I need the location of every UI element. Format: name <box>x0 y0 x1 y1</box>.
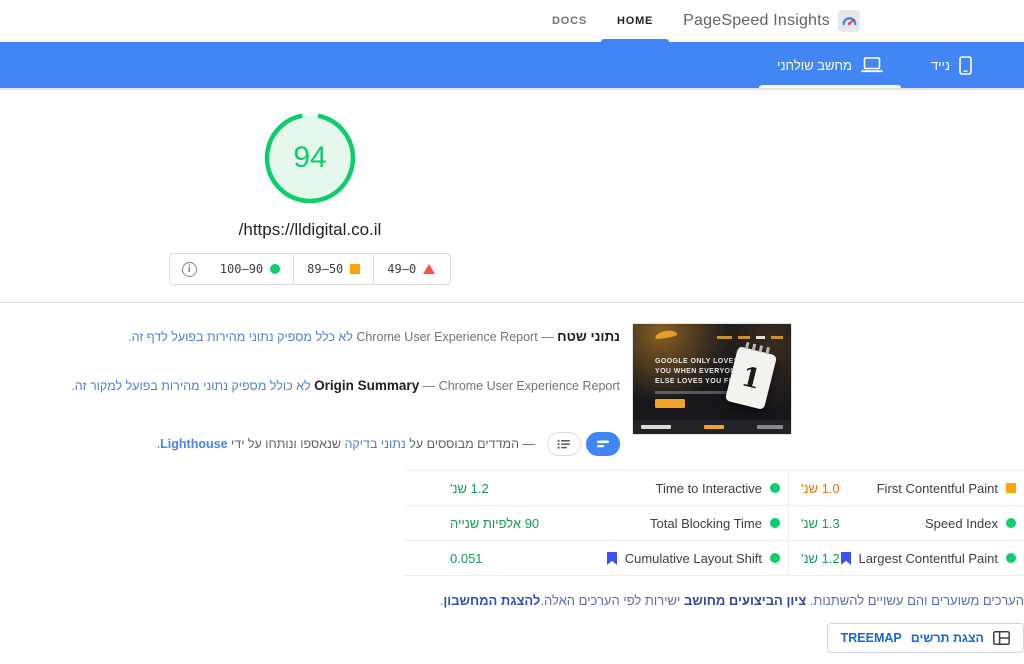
field-data-line: נתוני שטח — Chrome User Experience Repor… <box>128 329 620 344</box>
treemap-button-row: הצגת תרשים TREEMAP <box>404 623 1024 654</box>
core-web-vital-flag-icon <box>606 551 617 565</box>
note-emphasis: ציון הביצועים מחושב <box>684 593 807 609</box>
origin-summary-line: Origin Summary — Chrome User Experience … <box>71 377 620 393</box>
field-data-text: נתוני שטח — Chrome User Experience Repor… <box>0 323 620 457</box>
red-triangle-icon <box>423 264 436 274</box>
field-data-message-link[interactable]: לא כלל מספיק נתוני מהירות בפועל לדף זה. <box>128 330 353 344</box>
docs-link[interactable]: DOCS <box>552 15 587 27</box>
header-nav: PageSpeed Insights HOME DOCS <box>552 0 860 42</box>
brand-title: PageSpeed Insights <box>683 12 830 29</box>
metric-tbt: Total Blocking Time 90 אלפיות שנייה <box>404 506 788 542</box>
estimates-note: הערכים משוערים והם עשויים להשתנות. ציון … <box>439 593 1024 609</box>
app-header: PageSpeed Insights HOME DOCS <box>0 0 1024 42</box>
metric-label-group: Largest Contentful Paint <box>840 551 1016 566</box>
metric-label-group: Time to Interactive <box>656 481 780 496</box>
tab-desktop-label: מחשב שולחני <box>777 57 852 73</box>
tab-mobile[interactable]: נייד <box>907 42 996 88</box>
metric-value: 1.2 שנ' <box>801 550 840 566</box>
green-circle-icon <box>770 483 780 494</box>
calculator-link[interactable]: להצגת המחשבון <box>443 593 540 608</box>
card-number: 1 <box>738 360 764 396</box>
lab-data-description: — המדדים מבוססים על נתוני בדיקה שנאספו ו… <box>156 437 535 452</box>
legend-range-poor: 49–0 <box>373 254 448 284</box>
brand-link[interactable]: PageSpeed Insights <box>683 10 860 32</box>
metric-lcp: Largest Contentful Paint 1.2 שנ' <box>788 541 1024 577</box>
treemap-icon <box>993 631 1010 646</box>
metric-label-group: Cumulative Layout Shift <box>606 551 780 566</box>
legend-range-average: 89–50 <box>293 254 373 284</box>
treemap-button-label: הצגת תרשים <box>910 631 984 646</box>
metric-label-group: First Contentful Paint <box>877 481 1016 496</box>
legend-info: i <box>172 261 207 277</box>
metric-value: 0.051 <box>450 550 483 566</box>
treemap-button-label-en: TREEMAP <box>840 631 902 646</box>
info-icon[interactable]: i <box>181 261 197 277</box>
green-circle-icon <box>270 264 281 274</box>
site-logo-swoosh <box>654 329 678 340</box>
site-cta-button <box>655 399 685 408</box>
laptop-icon <box>861 57 883 73</box>
green-circle-icon <box>1006 553 1016 564</box>
metric-value: 1.0 שנ' <box>801 480 840 496</box>
origin-summary-heading: Origin Summary <box>314 377 420 393</box>
lab-data-link[interactable]: נתוני בדיקה <box>345 437 406 451</box>
orange-square-icon <box>1006 483 1016 494</box>
metric-value: 1.3 שנ' <box>801 515 840 531</box>
green-circle-icon <box>770 553 780 564</box>
metric-cls: Cumulative Layout Shift 0.051 <box>404 541 788 577</box>
pagespeed-logo-icon <box>838 10 860 32</box>
field-data-section: GOOGLE ONLY LOVES YOU WHEN EVERYONE ELSE… <box>0 323 792 457</box>
results-column: 94 /https://lldigital.co.il i 100–90 89–… <box>0 90 620 285</box>
site-footer-bar <box>633 420 791 434</box>
performance-score-value: 94 <box>293 141 327 174</box>
legend-range-good: 100–90 <box>207 254 293 284</box>
score-legend: i 100–90 89–50 49–0 <box>168 253 452 285</box>
compact-view-icon <box>557 439 570 449</box>
card-clips <box>744 341 772 355</box>
metric-fcp: First Contentful Paint 1.0 שנ' <box>788 471 1024 507</box>
lab-data-row: — המדדים מבוססים על נתוני בדיקה שנאספו ו… <box>0 432 620 457</box>
device-toolbar: נייד מחשב שולחני <box>0 42 1024 90</box>
crux-source-label: Chrome User Experience Report <box>438 378 620 393</box>
metric-label-group: Total Blocking Time <box>650 516 780 531</box>
site-nav-bars <box>717 336 783 339</box>
performance-score-gauge: 94 <box>262 110 358 206</box>
pagespeed-insights-page: { "header": { "brand": "PageSpeed Insigh… <box>0 0 1024 664</box>
orange-square-icon <box>350 264 361 274</box>
metric-tti: Time to Interactive 1.2 שנ' <box>404 471 788 507</box>
green-circle-icon <box>1006 518 1016 529</box>
crux-source-label: Chrome User Experience Report <box>356 330 538 344</box>
page-screenshot-thumbnail: GOOGLE ONLY LOVES YOU WHEN EVERYONE ELSE… <box>632 323 792 435</box>
metric-label-group: Speed Index <box>925 516 1016 531</box>
green-circle-icon <box>770 518 780 529</box>
phone-icon <box>959 55 972 75</box>
metric-value: 1.2 שנ' <box>450 480 489 496</box>
site-number-card: 1 <box>724 341 778 411</box>
score-section: 94 /https://lldigital.co.il i 100–90 89–… <box>0 90 620 285</box>
field-data-heading: נתוני שטח <box>557 329 620 344</box>
treemap-button[interactable]: הצגת תרשים TREEMAP <box>826 623 1024 654</box>
tab-home[interactable]: HOME <box>600 0 670 42</box>
compact-view-toggle[interactable] <box>547 432 581 457</box>
section-divider <box>0 302 1024 303</box>
metric-value: 90 אלפיות שנייה <box>450 515 540 531</box>
origin-summary-message-link[interactable]: לא כולל מספיק נתוני מהירות בפועל למקור ז… <box>71 379 310 393</box>
analyzed-url: /https://lldigital.co.il <box>238 220 382 239</box>
metrics-grid: First Contentful Paint 1.0 שנ' Time to I… <box>404 470 1024 577</box>
metric-speed-index: Speed Index 1.3 שנ' <box>788 506 1024 542</box>
tab-desktop[interactable]: מחשב שולחני <box>753 42 907 88</box>
tab-mobile-label: נייד <box>930 57 950 73</box>
expanded-view-icon <box>597 440 609 448</box>
view-toggle-group <box>547 432 620 457</box>
expanded-view-toggle[interactable] <box>586 432 620 457</box>
core-web-vital-flag-icon <box>840 551 851 565</box>
lighthouse-link[interactable]: Lighthouse <box>160 437 227 451</box>
